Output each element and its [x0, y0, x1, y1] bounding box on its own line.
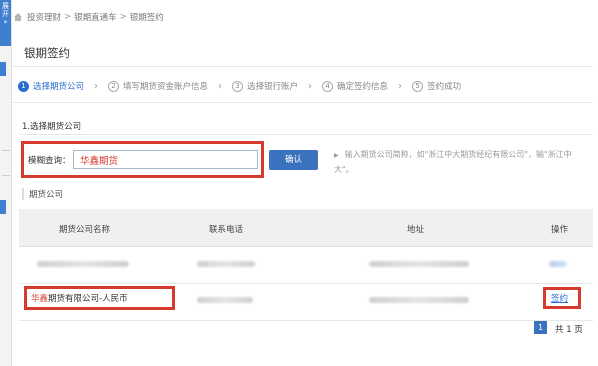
step-label: 选择银行账户 [247, 82, 299, 92]
title-divider [13, 66, 593, 67]
home-icon[interactable] [13, 12, 23, 22]
blurred-action-link[interactable] [549, 261, 567, 267]
company-name-rest: 期货有限公司-人民币 [48, 294, 128, 304]
triangle-right-icon: ▶ [334, 152, 339, 159]
company-name-highlight: 华鑫 [31, 294, 49, 304]
column-header-address: 地址 [407, 225, 425, 235]
step-4: 4 确定签约信息 [322, 80, 388, 92]
search-hint: ▶ 输入期货公司简称，如"浙江中大期货经纪有限公司"，输"浙江中大"。 [334, 148, 574, 177]
breadcrumb-item-signing: 银期签约 [129, 13, 164, 23]
sidebar-marker[interactable] [0, 200, 6, 214]
column-header-name: 期货公司名称 [59, 225, 111, 235]
step-number: 5 [412, 80, 424, 92]
sign-link[interactable]: 签约 [551, 292, 568, 304]
section-divider [20, 134, 593, 135]
step-number: 4 [322, 80, 334, 92]
step-label: 签约成功 [427, 82, 462, 92]
results-label: 期货公司 [22, 188, 63, 200]
step-number: 3 [232, 80, 244, 92]
breadcrumb-separator: > [64, 12, 72, 22]
search-input[interactable] [73, 150, 258, 169]
step-indicator: 1 选择期货公司 › 2 填写期货资金账户信息 › 3 选择银行账户 › 4 确… [18, 79, 461, 93]
table-header: 期货公司名称 联系电话 地址 操作 [19, 209, 593, 247]
left-sidebar-strip [0, 0, 12, 366]
blurred-phone [197, 297, 253, 303]
sidebar-divider [2, 175, 10, 176]
blurred-phone [197, 261, 255, 267]
step-3: 3 选择银行账户 [232, 80, 298, 92]
step-2: 2 填写期货资金账户信息 [108, 80, 208, 92]
sidebar-divider [2, 150, 10, 151]
confirm-button[interactable]: 确认 [269, 150, 318, 170]
blurred-address [369, 297, 469, 303]
column-header-action: 操作 [551, 225, 569, 235]
hint-text: 输入期货公司简称，如"浙江中大期货经纪有限公司"，输"浙江中大"。 [334, 150, 572, 174]
step-number: 2 [108, 80, 120, 92]
chevron-right-icon: › [398, 80, 403, 92]
step-label: 填写期货资金账户信息 [123, 82, 209, 92]
search-label: 模糊查询： [28, 156, 71, 166]
chevron-right-icon: › [94, 80, 99, 92]
step-1: 1 选择期货公司 [18, 80, 84, 92]
sidebar-marker[interactable] [0, 62, 6, 76]
blurred-address [369, 261, 469, 267]
section-title: 1.选择期货公司 [22, 122, 82, 132]
company-name: 华鑫期货有限公司-人民币 [31, 292, 128, 304]
step-number: 1 [18, 80, 29, 92]
step-label: 选择期货公司 [33, 82, 85, 92]
step-label: 确定签约信息 [337, 82, 389, 92]
column-header-phone: 联系电话 [209, 225, 244, 235]
steps-divider [13, 102, 593, 103]
pagination-current[interactable]: 1 [534, 321, 547, 334]
chevron-right-icon: › [218, 80, 223, 92]
pagination-total: 共 1 页 [555, 325, 583, 335]
breadcrumb-item-invest[interactable]: 投资理财 [27, 11, 61, 23]
expand-label: 展开 » [2, 2, 9, 26]
table-row [19, 246, 593, 284]
breadcrumb-separator: > [119, 12, 127, 22]
chevron-right-icon: › [308, 80, 313, 92]
page-title: 银期签约 [24, 46, 70, 60]
breadcrumb-item-bank-futures[interactable]: 银期直通车 [74, 11, 117, 23]
step-5: 5 签约成功 [412, 80, 461, 92]
blurred-company-name [37, 261, 129, 267]
sidebar-expand-button[interactable]: 展开 » [0, 0, 11, 46]
breadcrumb: 投资理财 > 银期直通车 > 银期签约 [13, 10, 164, 24]
